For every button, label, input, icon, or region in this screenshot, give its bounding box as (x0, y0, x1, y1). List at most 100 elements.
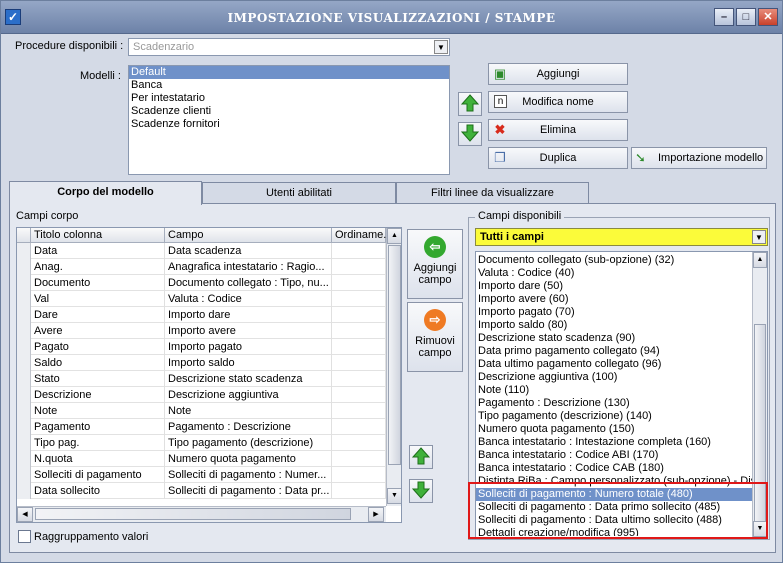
table-row[interactable]: Saldo Importo saldo (17, 355, 386, 371)
table-row[interactable]: N.quota Numero quota pagamento (17, 451, 386, 467)
hscroll-thumb[interactable] (35, 508, 351, 520)
row-header[interactable] (17, 275, 31, 291)
table-cell[interactable]: Dare (31, 307, 165, 323)
scroll-up-icon[interactable]: ▲ (387, 228, 401, 244)
table-cell[interactable] (332, 307, 386, 323)
row-header[interactable] (17, 323, 31, 339)
available-field-item[interactable]: Documento collegato (sub-opzione) (32) (476, 254, 752, 267)
table-cell[interactable] (332, 451, 386, 467)
available-field-item[interactable]: Valuta : Codice (40) (476, 267, 752, 280)
table-cell[interactable] (332, 467, 386, 483)
available-field-item[interactable]: Banca intestatario : Codice ABI (170) (476, 449, 752, 462)
column-header-ordinamento[interactable]: Ordiname... (332, 228, 392, 243)
modelli-item[interactable]: Banca (129, 79, 449, 92)
row-header[interactable] (17, 403, 31, 419)
table-row[interactable]: Solleciti di pagamento Solleciti di pagam… (17, 467, 386, 483)
rimuovi-campo-button[interactable]: ⇨ Rimuovi campo (407, 302, 463, 372)
column-header-titolo[interactable]: Titolo colonna (31, 228, 165, 243)
row-header[interactable] (17, 451, 31, 467)
column-header-campo[interactable]: Campo (165, 228, 332, 243)
available-field-item[interactable]: Banca intestatario : Codice CAB (180) (476, 462, 752, 475)
aggiungi-campo-button[interactable]: ⇦ Aggiungi campo (407, 229, 463, 299)
available-field-item[interactable]: Descrizione stato scadenza (90) (476, 332, 752, 345)
table-row[interactable]: Tipo pag. Tipo pagamento (descrizione) (17, 435, 386, 451)
modelli-item[interactable]: Scadenze clienti (129, 105, 449, 118)
table-row[interactable]: Avere Importo avere (17, 323, 386, 339)
table-cell[interactable]: Descrizione stato scadenza (165, 371, 332, 387)
table-cell[interactable]: Descrizione aggiuntiva (165, 387, 332, 403)
available-field-item[interactable]: Data primo pagamento collegato (94) (476, 345, 752, 358)
table-cell[interactable] (332, 259, 386, 275)
importazione-modello-button[interactable]: ➘ Importazione modello (631, 147, 767, 169)
table-row[interactable]: Note Note (17, 403, 386, 419)
chevron-down-icon[interactable]: ▼ (752, 230, 766, 244)
table-cell[interactable] (332, 403, 386, 419)
table-cell[interactable]: Importo avere (165, 323, 332, 339)
modelli-item[interactable]: Default (129, 66, 449, 79)
row-header[interactable] (17, 291, 31, 307)
table-row[interactable]: Val Valuta : Codice (17, 291, 386, 307)
table-cell[interactable] (332, 339, 386, 355)
aggiungi-button[interactable]: ▣ Aggiungi (488, 63, 628, 85)
row-header[interactable] (17, 467, 31, 483)
table-cell[interactable]: Data scadenza (165, 243, 332, 259)
table-cell[interactable]: Documento (31, 275, 165, 291)
table-cell[interactable] (332, 323, 386, 339)
chevron-down-icon[interactable]: ▼ (434, 40, 448, 54)
table-cell[interactable]: Anagrafica intestatario : Ragio... (165, 259, 332, 275)
row-header[interactable] (17, 387, 31, 403)
table-cell[interactable]: Descrizione (31, 387, 165, 403)
table-cell[interactable]: Importo dare (165, 307, 332, 323)
table-row[interactable]: Data sollecito Solleciti di pagamento : D… (17, 483, 386, 499)
minimize-button[interactable]: – (714, 8, 734, 26)
table-cell[interactable] (332, 355, 386, 371)
table-cell[interactable]: Documento collegato : Tipo, nu... (165, 275, 332, 291)
table-cell[interactable]: Note (165, 403, 332, 419)
close-button[interactable]: ✕ (758, 8, 778, 26)
modelli-item[interactable]: Per intestatario (129, 92, 449, 105)
table-row[interactable]: Anag. Anagrafica intestatario : Ragio... (17, 259, 386, 275)
available-field-item[interactable]: Importo saldo (80) (476, 319, 752, 332)
table-cell[interactable]: Pagamento (31, 419, 165, 435)
table-cell[interactable]: Tipo pag. (31, 435, 165, 451)
table-cell[interactable] (332, 435, 386, 451)
scroll-thumb[interactable] (388, 245, 401, 465)
available-field-item[interactable]: Numero quota pagamento (150) (476, 423, 752, 436)
table-row[interactable]: Data Data scadenza (17, 243, 386, 259)
procedure-select[interactable]: Scadenzario ▼ (128, 38, 450, 56)
table-cell[interactable]: Avere (31, 323, 165, 339)
scroll-up-icon[interactable]: ▲ (753, 252, 767, 268)
table-cell[interactable]: Importo saldo (165, 355, 332, 371)
available-field-item[interactable]: Importo avere (60) (476, 293, 752, 306)
table-cell[interactable] (332, 291, 386, 307)
row-header[interactable] (17, 419, 31, 435)
table-cell[interactable]: Pagamento : Descrizione (165, 419, 332, 435)
table-cell[interactable]: Solleciti di pagamento (31, 467, 165, 483)
table-row[interactable]: Descrizione Descrizione aggiuntiva (17, 387, 386, 403)
maximize-button[interactable]: □ (736, 8, 756, 26)
move-down-button[interactable] (458, 122, 482, 146)
row-header[interactable] (17, 483, 31, 499)
row-header[interactable] (17, 259, 31, 275)
table-row[interactable]: Pagamento Pagamento : Descrizione (17, 419, 386, 435)
field-down-button[interactable] (409, 479, 433, 503)
table-cell[interactable]: Stato (31, 371, 165, 387)
field-up-button[interactable] (409, 445, 433, 469)
table-cell[interactable] (332, 419, 386, 435)
tab-filtri-linee[interactable]: Filtri linee da visualizzare (396, 182, 589, 204)
table-cell[interactable]: Saldo (31, 355, 165, 371)
scroll-right-icon[interactable]: ▶ (368, 507, 384, 522)
campi-filter-select[interactable]: Tutti i campi ▼ (475, 228, 768, 246)
available-field-item[interactable]: Importo dare (50) (476, 280, 752, 293)
scroll-down-icon[interactable]: ▼ (387, 488, 401, 504)
row-header[interactable] (17, 307, 31, 323)
table-cell[interactable]: Solleciti di pagamento : Numer... (165, 467, 332, 483)
table-row[interactable]: Pagato Importo pagato (17, 339, 386, 355)
raggruppamento-checkbox[interactable] (18, 530, 31, 543)
table-cell[interactable]: Val (31, 291, 165, 307)
modifica-nome-button[interactable]: n Modifica nome (488, 91, 628, 113)
table-cell[interactable]: N.quota (31, 451, 165, 467)
table-cell[interactable]: Tipo pagamento (descrizione) (165, 435, 332, 451)
table-cell[interactable]: Data sollecito (31, 483, 165, 499)
modelli-item[interactable]: Scadenze fornitori (129, 118, 449, 131)
